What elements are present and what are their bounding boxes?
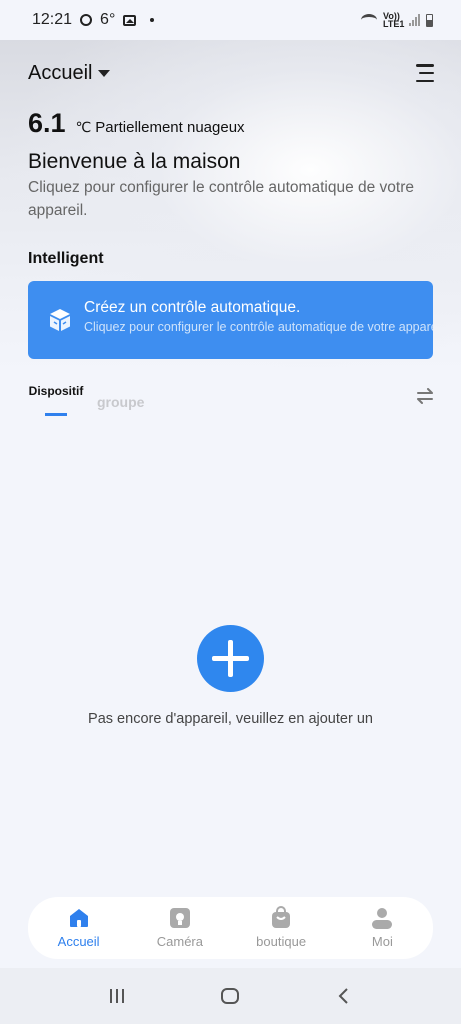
nav-label-shop: boutique <box>256 934 307 949</box>
home-title: Accueil <box>28 61 93 84</box>
back-icon[interactable] <box>334 986 354 1006</box>
nav-label-home: Accueil <box>57 934 100 949</box>
home-selector[interactable]: Accueil <box>28 61 111 85</box>
swap-icon[interactable] <box>416 388 434 404</box>
nav-item-shop[interactable]: boutique <box>231 897 332 959</box>
tab-devices[interactable]: Dispositif <box>28 384 84 398</box>
network-label: Vo)) LTE1 <box>383 11 405 29</box>
home-nav-icon[interactable] <box>220 986 240 1006</box>
header: Accueil <box>28 60 434 86</box>
add-device-button[interactable] <box>197 625 264 692</box>
wifi-icon <box>361 14 377 26</box>
signal-icon <box>409 14 420 26</box>
sync-icon <box>80 14 93 26</box>
nav-item-home[interactable]: Accueil <box>28 897 129 959</box>
nav-item-camera[interactable]: Caméra <box>129 897 230 959</box>
image-notification-icon <box>123 14 137 26</box>
weather-info: 6.1 ℃ Partiellement nuageux <box>28 108 245 139</box>
nav-label-camera: Caméra <box>156 934 203 949</box>
battery-icon <box>426 13 433 27</box>
menu-button[interactable] <box>414 64 434 82</box>
tab-indicator <box>45 413 67 416</box>
status-time: 12:21 <box>32 11 73 28</box>
card-title: Créez un contrôle automatique. <box>84 299 301 316</box>
nav-item-me[interactable]: Moi <box>332 897 433 959</box>
home-icon <box>69 909 88 927</box>
temperature-value: 6.1 <box>28 108 66 138</box>
weather-condition: Partiellement nuageux <box>95 119 245 136</box>
cube-icon <box>50 309 70 331</box>
notification-dot-icon <box>150 18 155 22</box>
caret-down-icon <box>98 69 111 77</box>
person-icon <box>372 908 393 929</box>
system-nav-bar <box>0 968 461 1024</box>
tab-group[interactable]: groupe <box>97 394 144 410</box>
device-tabs: Dispositif groupe <box>28 384 434 420</box>
temperature-unit: ℃ <box>75 119 92 135</box>
create-automation-card[interactable]: Créez un contrôle automatique. Cliquez p… <box>28 281 433 359</box>
nav-label-me: Moi <box>371 934 393 949</box>
recent-apps-icon[interactable] <box>107 986 127 1006</box>
bottom-nav: Accueil Caméra boutique Moi <box>28 897 433 959</box>
shop-bag-icon <box>272 906 291 928</box>
empty-state-message: Pas encore d'appareil, veuillez en ajout… <box>88 711 373 727</box>
camera-icon <box>169 908 190 928</box>
status-bar: 12:21 6° Vo)) LTE1 <box>0 0 461 40</box>
welcome-title: Bienvenue à la maison <box>28 150 241 173</box>
smart-section-title: Intelligent <box>28 250 104 267</box>
menu-icon <box>416 64 434 67</box>
card-subtitle: Cliquez pour configurer le contrôle auto… <box>84 320 433 334</box>
status-temperature: 6° <box>100 11 116 28</box>
welcome-subtitle[interactable]: Cliquez pour configurer le contrôle auto… <box>28 176 458 222</box>
